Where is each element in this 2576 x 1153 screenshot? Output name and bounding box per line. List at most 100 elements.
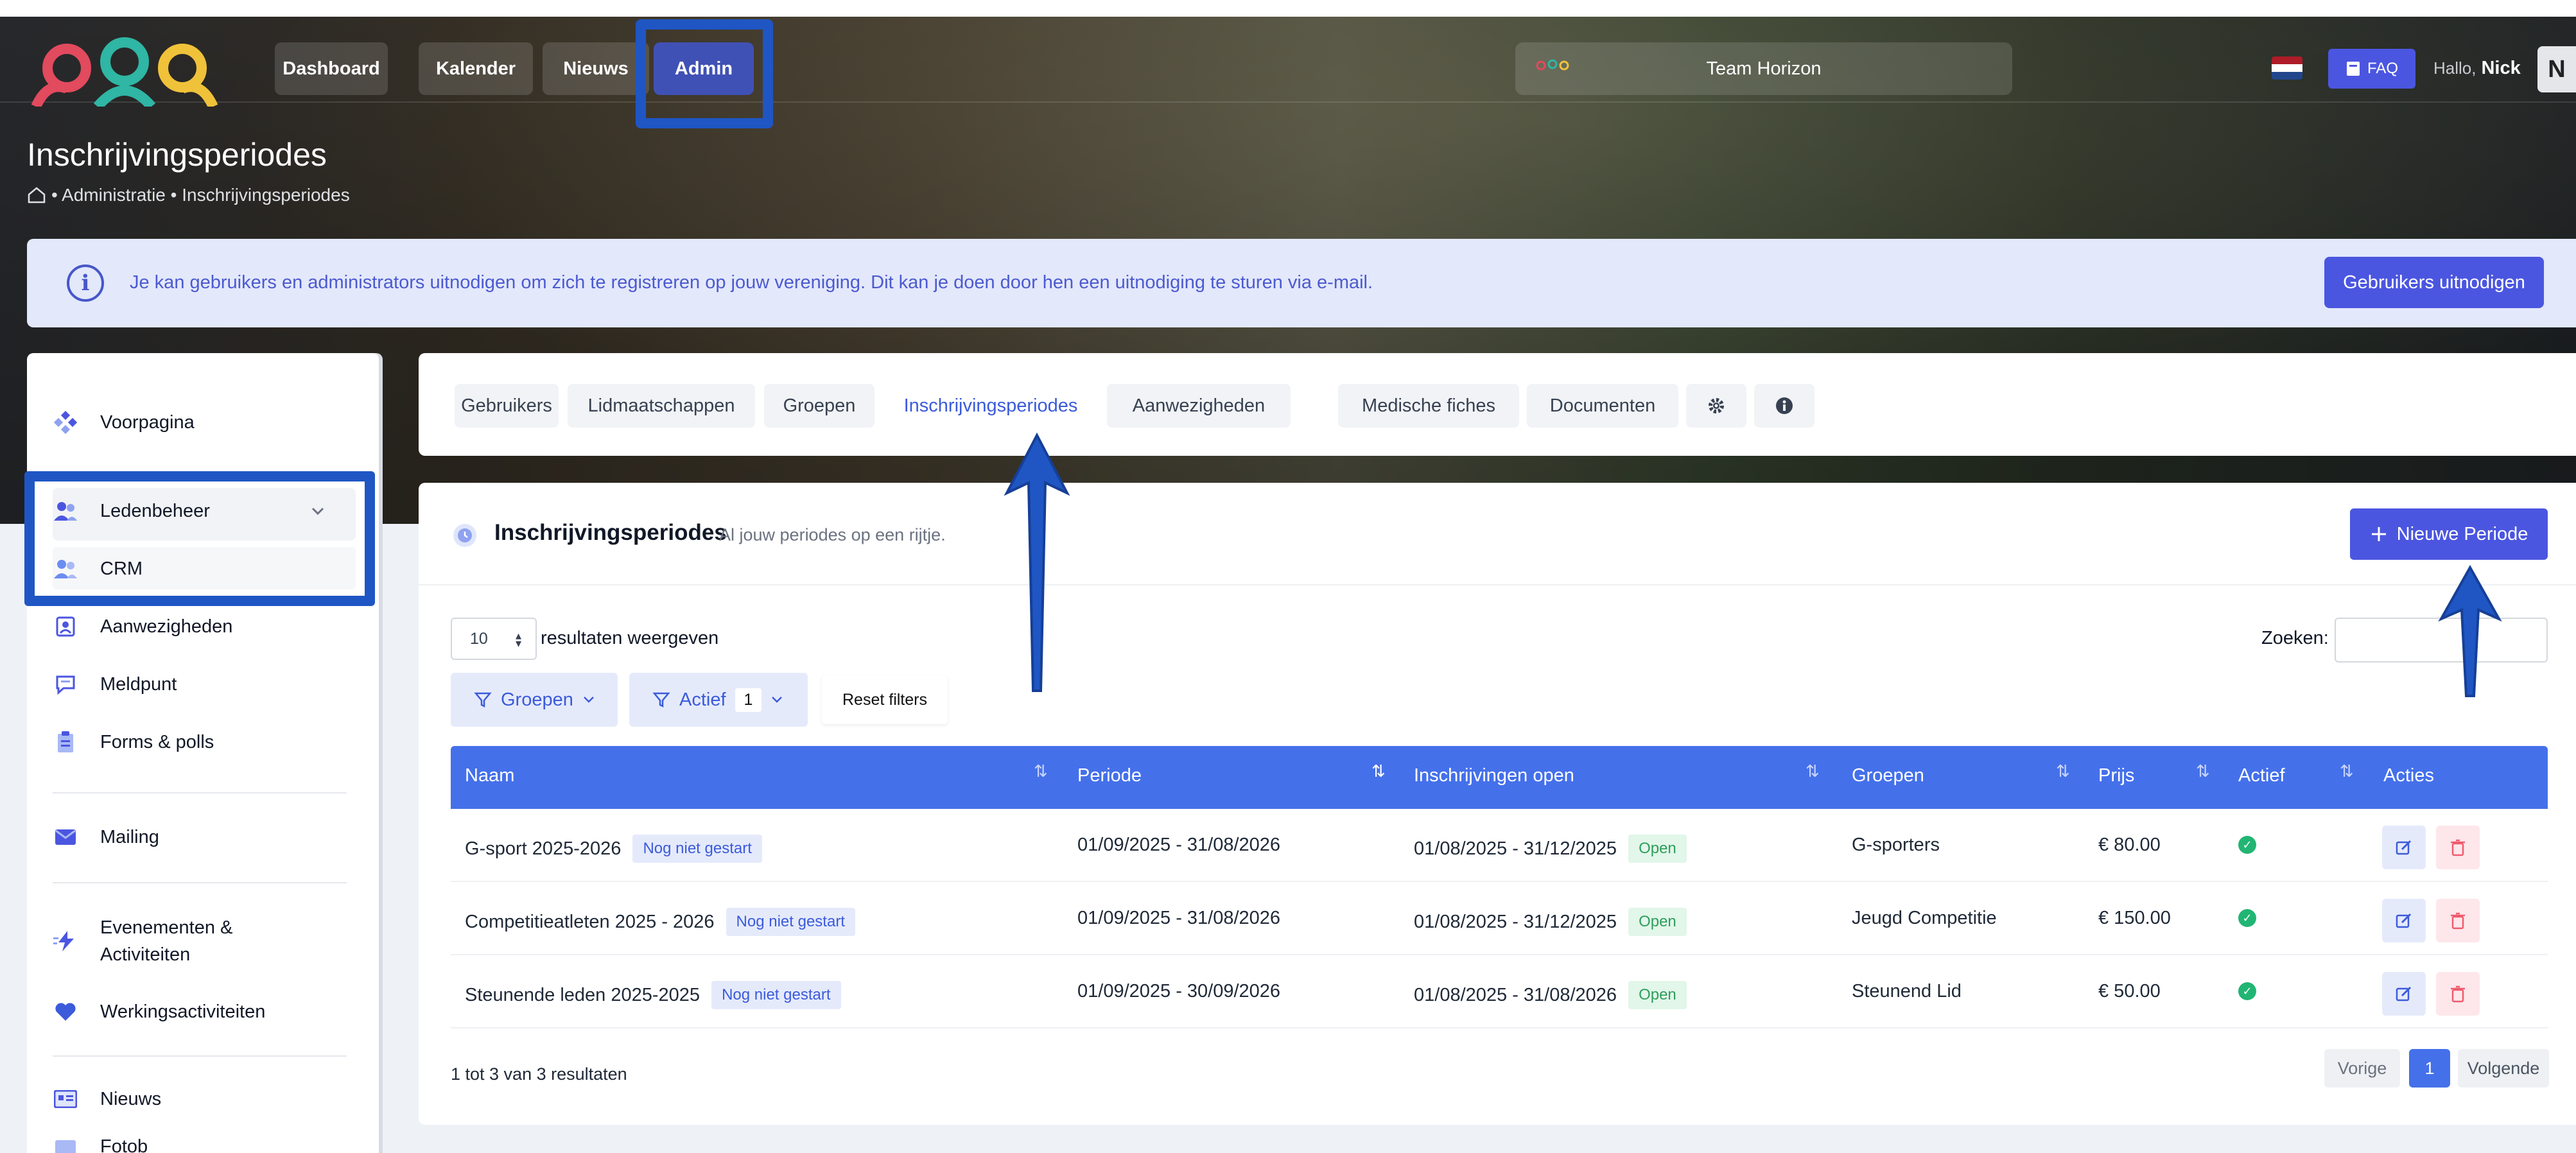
filter-groepen-button[interactable]: Groepen (451, 673, 618, 727)
home-icon[interactable] (27, 186, 46, 204)
open-badge: Open (1628, 835, 1687, 863)
tab-inschrijvingsperiodes[interactable]: Inschrijvingsperiodes (883, 384, 1098, 428)
sort-icon[interactable]: ⇅ (2340, 761, 2354, 781)
tab-lidmaatschappen[interactable]: Lidmaatschappen (568, 384, 755, 428)
table-row: Competitieatleten 2025 - 2026 Nog niet ge… (451, 882, 2548, 955)
filter-icon (474, 692, 492, 708)
results-summary: 1 tot 3 van 3 resultaten (451, 1064, 627, 1084)
sidebar-item-evenementen[interactable]: Evenementen & Activiteiten (53, 910, 361, 972)
faq-button[interactable]: FAQ (2328, 49, 2415, 89)
search-label: Zoeken: (2261, 628, 2329, 648)
heart-icon (53, 999, 78, 1025)
plus-icon (2371, 527, 2386, 541)
sort-icon[interactable]: ⇅ (1034, 761, 1048, 781)
period-name: Competitieatleten 2025 - 2026 (465, 911, 715, 932)
page-size-select[interactable]: 10 ▴ ▾ (451, 618, 537, 660)
delete-button[interactable] (2436, 972, 2480, 1016)
trash-icon (2451, 985, 2465, 1003)
photo-icon (53, 1136, 78, 1153)
delete-button[interactable] (2436, 899, 2480, 942)
new-period-label: Nieuwe Periode (2396, 523, 2528, 544)
table-header: Naam ⇅ Periode ⇅ Inschrijvingen open ⇅ G… (451, 746, 2548, 809)
edit-button[interactable] (2382, 972, 2426, 1016)
diamond-icon (53, 410, 78, 435)
avatar[interactable]: N (2537, 46, 2576, 92)
new-period-button[interactable]: Nieuwe Periode (2350, 508, 2548, 560)
table-row: Steunende leden 2025-2025 Nog niet gestar… (451, 955, 2548, 1028)
sidebar-divider (53, 1055, 347, 1057)
tab-info[interactable] (1754, 384, 1815, 428)
sidebar-item-voorpagina[interactable]: Voorpagina (53, 403, 361, 442)
status-badge: Nog niet gestart (632, 835, 762, 863)
sidebar-item-nieuws[interactable]: Nieuws (53, 1080, 361, 1118)
column-header-inschrijvingen[interactable]: Inschrijvingen open (1414, 765, 1574, 786)
open-range: 01/08/2025 - 31/08/2026 (1414, 984, 1617, 1005)
check-circle-icon: ✓ (2238, 909, 2256, 927)
nav-dashboard[interactable]: Dashboard (275, 42, 388, 95)
delete-button[interactable] (2436, 826, 2480, 869)
sidebar-item-forms-polls[interactable]: Forms & polls (53, 723, 361, 761)
trash-icon (2451, 839, 2465, 856)
sidebar-item-meldpunt[interactable]: Meldpunt (53, 665, 361, 704)
sort-icon[interactable]: ⇅ (2056, 761, 2070, 781)
column-header-groepen[interactable]: Groepen (1852, 765, 1924, 786)
language-flag-icon[interactable] (2272, 56, 2302, 80)
team-logo-icon (1536, 59, 1569, 71)
pagination-page[interactable]: 1 (2409, 1049, 2450, 1088)
top-strip (0, 0, 2576, 17)
cell-groepen: Jeugd Competitie (1852, 908, 1997, 928)
info-icon: i (67, 264, 104, 302)
periods-card: Inschrijvingsperiodes Al jouw periodes o… (419, 483, 2576, 1125)
highlight-box-admin (636, 19, 773, 128)
chevron-down-icon (583, 697, 594, 703)
filter-actief-button[interactable]: Actief 1 (629, 673, 808, 727)
sidebar-item-mailing[interactable]: Mailing (53, 818, 361, 856)
column-header-actief[interactable]: Actief (2238, 765, 2285, 786)
book-icon (2346, 62, 2360, 76)
annotation-arrow-up (2438, 565, 2502, 697)
cell-groepen: Steunend Lid (1852, 981, 1962, 1001)
tab-documenten[interactable]: Documenten (1527, 384, 1678, 428)
cell-naam: Steunende leden 2025-2025 Nog niet gestar… (465, 981, 841, 1009)
sidebar-item-aanwezigheden[interactable]: Aanwezigheden (53, 607, 361, 646)
column-header-periode[interactable]: Periode (1077, 765, 1142, 786)
sidebar-item-werkingsactiviteiten[interactable]: Werkingsactiviteiten (53, 993, 361, 1031)
cell-naam: Competitieatleten 2025 - 2026 Nog niet ge… (465, 908, 855, 936)
invite-users-button[interactable]: Gebruikers uitnodigen (2324, 257, 2544, 308)
cell-periode: 01/09/2025 - 30/09/2026 (1077, 981, 1281, 1001)
sidebar-divider (53, 792, 347, 793)
chat-icon (53, 672, 78, 697)
cell-inschrijvingen: 01/08/2025 - 31/08/2026 Open (1414, 981, 1687, 1009)
tab-gebruikers[interactable]: Gebruikers (455, 384, 559, 428)
pagination-next[interactable]: Volgende (2458, 1049, 2549, 1088)
tab-medische-fiches[interactable]: Medische fiches (1338, 384, 1519, 428)
sort-icon[interactable]: ⇅ (2196, 761, 2210, 781)
sort-active-icon[interactable]: ⇅ (1371, 761, 1386, 781)
cell-groepen: G-sporters (1852, 835, 1940, 855)
column-header-prijs[interactable]: Prijs (2098, 765, 2134, 786)
team-switcher[interactable]: Team Horizon (1515, 42, 2012, 95)
sort-icon[interactable]: ⇅ (1806, 761, 1820, 781)
tab-groepen[interactable]: Groepen (764, 384, 875, 428)
clock-icon (453, 524, 476, 547)
nav-nieuws[interactable]: Nieuws (543, 42, 649, 95)
page-size-value: 10 (470, 629, 488, 648)
nav-kalender[interactable]: Kalender (419, 42, 533, 95)
column-header-naam[interactable]: Naam (465, 765, 514, 786)
breadcrumb-text[interactable]: • Administratie • Inschrijvingsperiodes (51, 185, 350, 205)
cell-actief: ✓ (2238, 909, 2256, 927)
sidebar-item-fotoboek[interactable]: Fotob (53, 1136, 361, 1153)
tab-settings[interactable] (1686, 384, 1746, 428)
sidebar-divider (53, 882, 347, 883)
filter-groepen-label: Groepen (501, 689, 573, 710)
gear-icon (1709, 398, 1724, 413)
pagination-prev[interactable]: Vorige (2324, 1049, 2400, 1088)
tab-aanwezigheden[interactable]: Aanwezigheden (1107, 384, 1291, 428)
edit-button[interactable] (2382, 826, 2426, 869)
edit-button[interactable] (2382, 899, 2426, 942)
reset-filters-button[interactable]: Reset filters (822, 675, 948, 724)
open-badge: Open (1628, 908, 1687, 936)
card-subtitle: Al jouw periodes op een rijtje. (719, 525, 946, 544)
cell-naam: G-sport 2025-2026 Nog niet gestart (465, 835, 762, 863)
news-icon (53, 1086, 78, 1112)
